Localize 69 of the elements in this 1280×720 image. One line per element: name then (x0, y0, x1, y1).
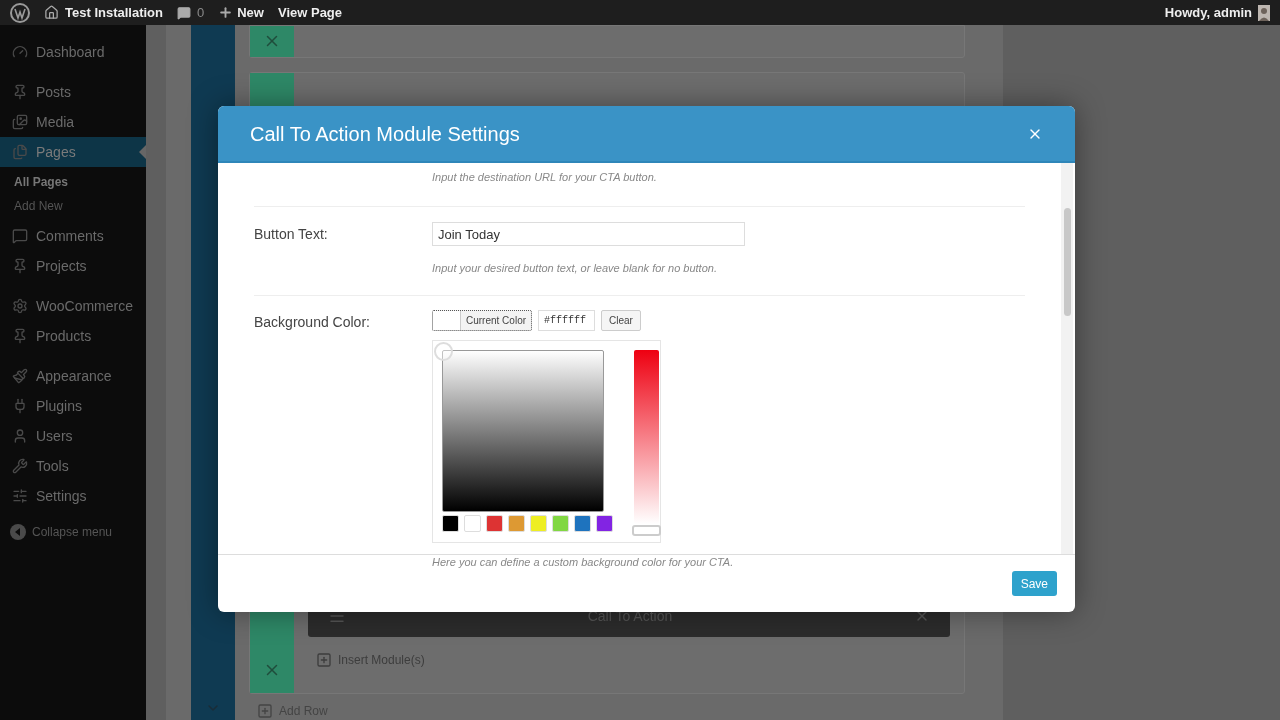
help-text: Input your desired button text, or leave blank for no button. (432, 261, 718, 276)
modal-title: Call To Action Module Settings (250, 121, 521, 147)
gauge-icon (12, 44, 28, 60)
picker-handle[interactable] (434, 341, 453, 361)
submenu-item[interactable]: All Pages (0, 173, 146, 191)
plus-square-icon[interactable] (316, 652, 332, 668)
save-button[interactable]: Save (1011, 571, 1057, 596)
clear-button[interactable]: Clear (601, 309, 641, 331)
images-icon (12, 114, 28, 130)
color-swatch[interactable] (464, 514, 481, 532)
pin-icon (12, 258, 28, 274)
color-swatch[interactable] (486, 514, 503, 532)
hue-handle[interactable] (632, 524, 661, 536)
site-name-link[interactable]: Test Installation (65, 2, 163, 23)
color-swatch[interactable] (552, 514, 569, 532)
color-swatch[interactable] (508, 514, 525, 532)
plug-icon (12, 398, 28, 414)
color-swatch[interactable] (442, 514, 459, 532)
collapse-menu-link[interactable]: Collapse menu (32, 523, 113, 541)
sidebar-item[interactable]: Dashboard (0, 37, 146, 67)
color-swatch[interactable] (530, 514, 547, 532)
color-swatch[interactable] (596, 514, 613, 532)
speech-bubble-icon (12, 228, 28, 244)
current-color-button[interactable]: Current Color (432, 309, 533, 331)
plus-icon (218, 5, 234, 20)
gear-icon (12, 298, 28, 314)
comment-count[interactable]: 0 (197, 2, 205, 23)
submenu-item[interactable]: Add New (0, 197, 146, 215)
person-icon (12, 428, 28, 444)
sidebar-item[interactable]: Plugins (0, 391, 146, 421)
sidebar-item[interactable]: Media (0, 107, 146, 137)
view-page-link[interactable]: View Page (277, 2, 343, 23)
field-label: Button Text: (254, 225, 329, 244)
wordpress-logo[interactable] (10, 2, 30, 23)
sidebar-item[interactable]: Pages (0, 137, 146, 167)
sidebar-item[interactable]: Settings (0, 481, 146, 511)
color-preview (433, 310, 461, 330)
paintbrush-icon (12, 368, 28, 384)
saturation-area[interactable] (442, 349, 604, 512)
pin-icon (12, 84, 28, 100)
wrench-icon (12, 458, 28, 474)
sidebar-item[interactable]: Users (0, 421, 146, 451)
text-field[interactable]: Join Today (432, 222, 745, 246)
color-swatch[interactable] (574, 514, 591, 532)
speech-bubble-icon (177, 5, 191, 20)
field-label: Background Color: (254, 312, 371, 332)
sidebar-item[interactable]: Products (0, 321, 146, 351)
sidebar-item[interactable]: Posts (0, 77, 146, 107)
pointer-icon (139, 145, 146, 159)
pages-icon (12, 144, 28, 160)
scrollbar[interactable] (1061, 163, 1073, 554)
collapse-icon[interactable] (10, 524, 26, 540)
help-text: Input the destination URL for your CTA button. (432, 171, 657, 183)
hex-field[interactable]: #ffffff (538, 309, 596, 331)
plus-square-icon[interactable] (257, 703, 273, 719)
sidebar-item[interactable]: WooCommerce (0, 291, 146, 321)
hue-slider[interactable] (634, 349, 659, 524)
avatar-icon[interactable] (1258, 4, 1270, 21)
scrollbar-thumb[interactable] (1064, 208, 1071, 316)
sliders-icon (12, 488, 28, 504)
sidebar-item[interactable]: Tools (0, 451, 146, 481)
pin-icon (12, 328, 28, 344)
greeting-link[interactable]: Howdy, admin (1164, 2, 1252, 23)
home-icon (44, 5, 59, 20)
sidebar-item[interactable]: Appearance (0, 361, 146, 391)
new-link[interactable]: New (237, 2, 264, 23)
sidebar-item[interactable]: Projects (0, 251, 146, 281)
help-text: Here you can define a custom background color for your CTA. (432, 554, 734, 570)
sidebar-item[interactable]: Comments (0, 221, 146, 251)
